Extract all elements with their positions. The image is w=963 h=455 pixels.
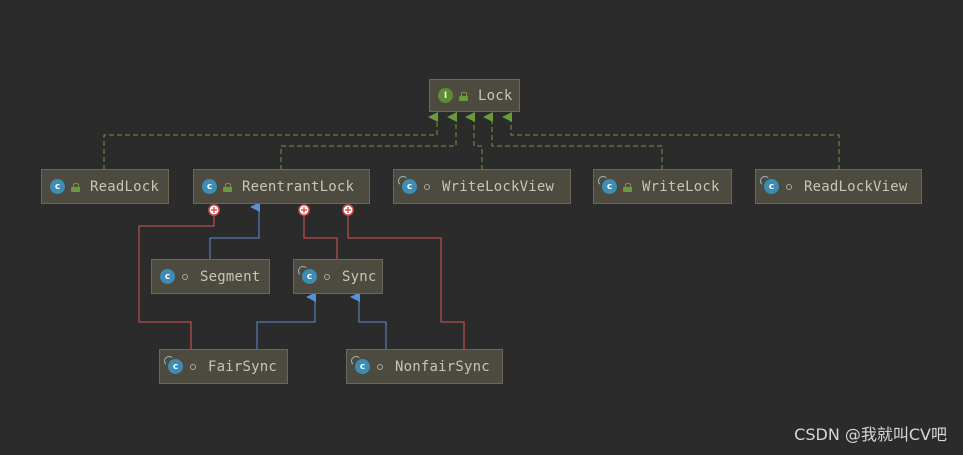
static-class-icon: c: [760, 176, 779, 194]
edge-nonfairsync-extends-sync: [350, 292, 387, 350]
edge-sync-inner-reentrantlock: [303, 215, 338, 260]
package-visibility-icon: [188, 362, 198, 372]
class-icon: c: [160, 269, 175, 284]
class-icon: c: [202, 179, 217, 194]
node-label: Sync: [342, 268, 377, 285]
edge-segment-extends-reentrantlock: [209, 202, 260, 260]
node-label: Segment: [200, 268, 261, 285]
inner-class-marker-icon: [342, 204, 354, 216]
node-label: FairSync: [208, 358, 278, 375]
static-class-icon: c: [398, 176, 417, 194]
node-writelockview[interactable]: c WriteLockView: [393, 169, 571, 204]
class-icon: c: [50, 179, 65, 194]
static-class-icon: c: [298, 266, 317, 284]
static-class-icon: c: [351, 356, 370, 374]
edge-readlockview-implements-lock: [502, 112, 840, 170]
node-segment[interactable]: c Segment: [151, 259, 270, 294]
node-label: WriteLock: [642, 178, 720, 195]
public-visibility-icon: [70, 182, 80, 192]
edge-writelockview-implements-lock: [465, 112, 483, 170]
static-class-icon: c: [164, 356, 183, 374]
public-visibility-icon: [222, 182, 232, 192]
node-sync[interactable]: c Sync: [293, 259, 383, 294]
watermark: CSDN @我就叫CV吧: [794, 425, 947, 444]
node-label: ReadLockView: [804, 178, 908, 195]
public-visibility-icon: [458, 91, 468, 101]
edge-fairsync-extends-sync: [256, 292, 316, 350]
diagram-canvas: I Lock c ReadLock c ReentrantLock c Writ…: [0, 0, 963, 455]
node-label: ReentrantLock: [242, 178, 355, 195]
edge-reentrantlock-implements-lock: [280, 112, 457, 170]
node-label: Lock: [478, 87, 513, 104]
node-fairsync[interactable]: c FairSync: [159, 349, 288, 384]
edge-writelock-implements-lock: [483, 112, 663, 170]
node-lock[interactable]: I Lock: [429, 79, 520, 112]
public-visibility-icon: [622, 182, 632, 192]
node-nonfairsync[interactable]: c NonfairSync: [346, 349, 503, 384]
node-label: ReadLock: [90, 178, 160, 195]
interface-icon: I: [438, 88, 453, 103]
package-visibility-icon: [322, 272, 332, 282]
inner-class-marker-icon: [298, 204, 310, 216]
node-readlock[interactable]: c ReadLock: [41, 169, 169, 204]
package-visibility-icon: [375, 362, 385, 372]
node-label: NonfairSync: [395, 358, 490, 375]
static-class-icon: c: [598, 176, 617, 194]
node-label: WriteLockView: [442, 178, 555, 195]
diagram-edges: [103, 112, 840, 350]
package-visibility-icon: [784, 182, 794, 192]
inner-class-marker-icon: [208, 204, 220, 216]
node-writelock[interactable]: c WriteLock: [593, 169, 732, 204]
edge-readlock-implements-lock: [103, 112, 438, 170]
node-reentrantlock[interactable]: c ReentrantLock: [193, 169, 370, 204]
node-readlockview[interactable]: c ReadLockView: [755, 169, 922, 204]
package-visibility-icon: [422, 182, 432, 192]
package-visibility-icon: [180, 272, 190, 282]
